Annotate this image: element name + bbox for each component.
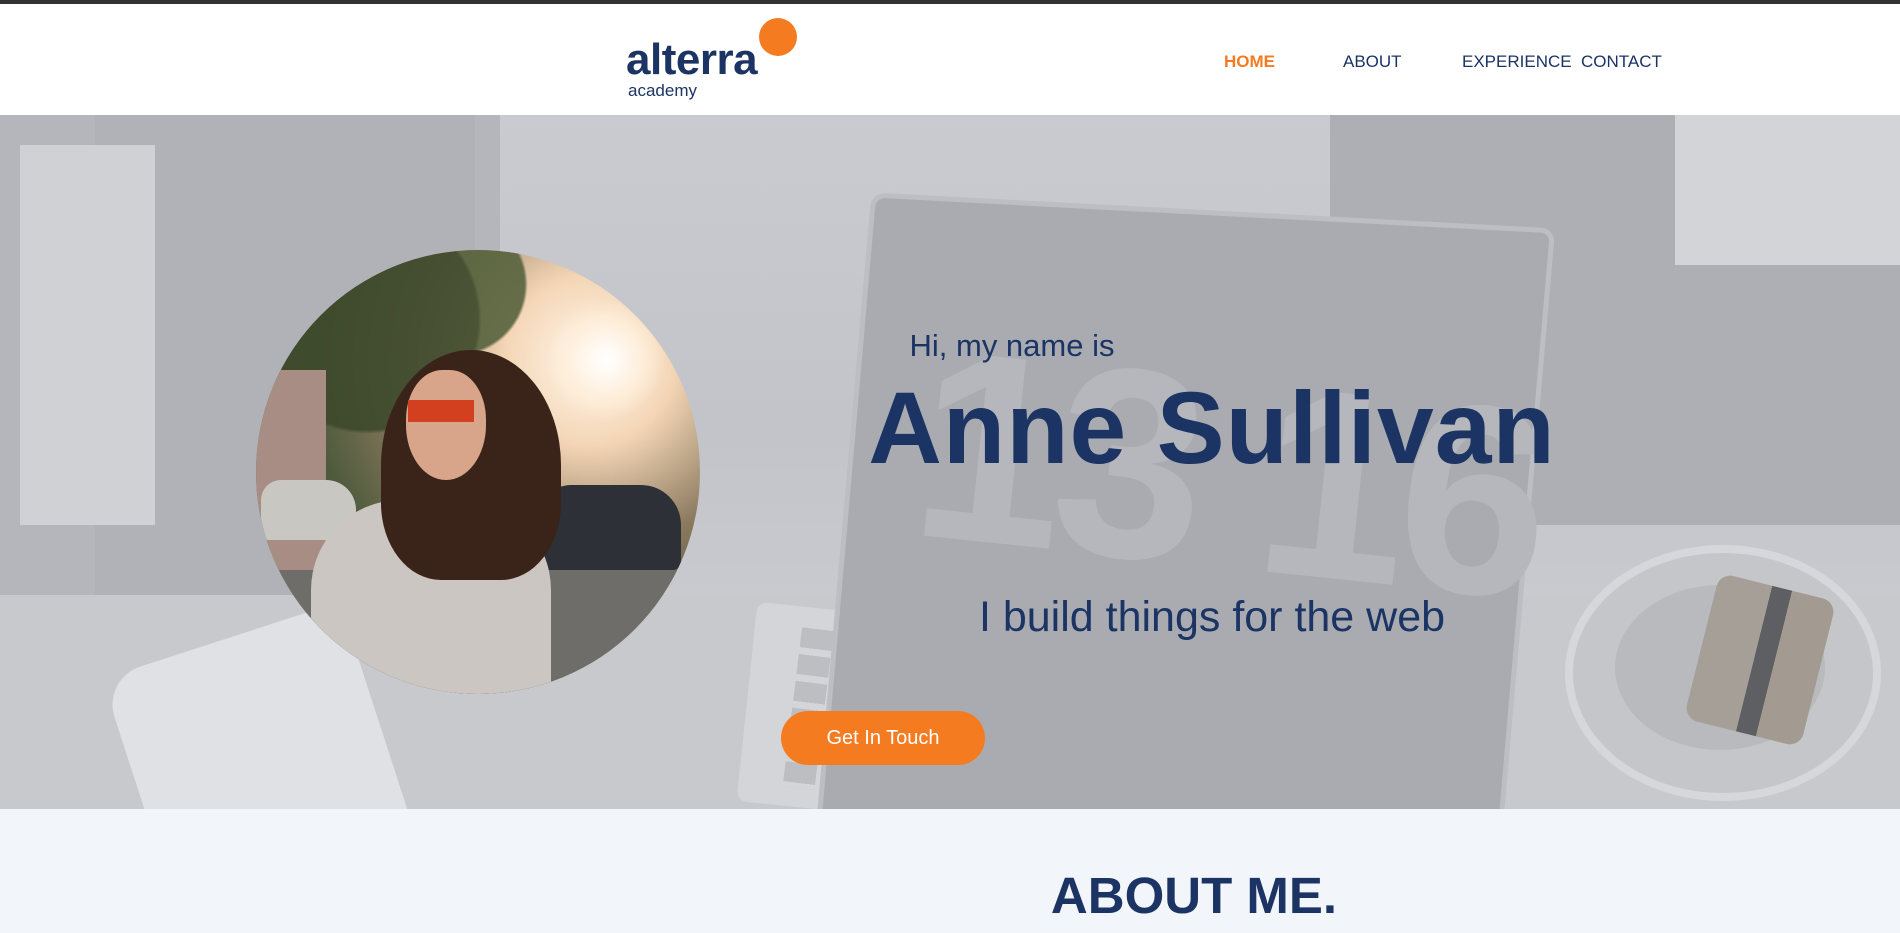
nav-home[interactable]: HOME bbox=[1224, 53, 1275, 70]
about-title: ABOUT ME. bbox=[1050, 867, 1338, 924]
photo-sunlight bbox=[546, 300, 666, 420]
nav-about[interactable]: ABOUT bbox=[1343, 53, 1402, 70]
photo-sunglasses bbox=[408, 400, 474, 422]
photo-face bbox=[406, 370, 486, 480]
site-header: alterra academy HOME ABOUT EXPERIENCE CO… bbox=[0, 4, 1900, 115]
photo-car bbox=[541, 485, 681, 570]
background-window-pane bbox=[20, 145, 155, 525]
nav-contact[interactable]: CONTACT bbox=[1581, 53, 1662, 70]
hero-tagline: I build things for the web bbox=[978, 593, 1446, 641]
photo-house bbox=[256, 370, 326, 570]
nav-experience[interactable]: EXPERIENCE bbox=[1462, 53, 1572, 70]
profile-photo bbox=[256, 250, 700, 694]
logo-subtitle: academy bbox=[628, 81, 697, 100]
background-window-right-pane bbox=[1675, 115, 1900, 265]
logo-dot-icon bbox=[759, 18, 797, 56]
hero-name: Anne Sullivan bbox=[868, 371, 1556, 485]
get-in-touch-button[interactable]: Get In Touch bbox=[781, 711, 985, 765]
alterra-logo[interactable]: alterra academy bbox=[626, 16, 797, 106]
logo-wordmark: alterra bbox=[626, 35, 758, 84]
